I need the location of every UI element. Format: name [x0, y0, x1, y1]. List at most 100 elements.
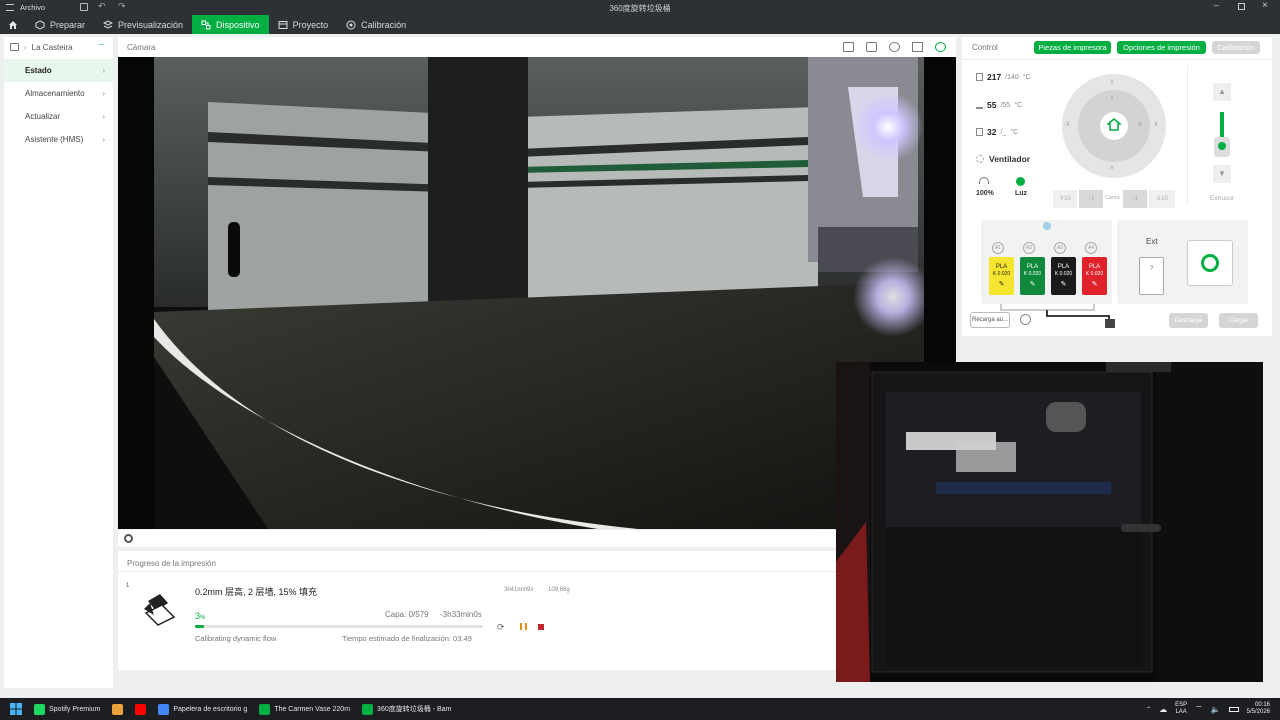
jog-y-plus[interactable]: Y: [1110, 80, 1114, 86]
cube-icon: [35, 19, 45, 30]
app-icon: [135, 703, 147, 715]
external-spool-unit: Ext ?: [1117, 220, 1248, 304]
edit-icon[interactable]: ✎: [1020, 281, 1045, 288]
fan-label: Ventilador: [989, 154, 1031, 164]
chevron-right-icon: ›: [24, 42, 27, 52]
unload-button[interactable]: Descarga: [1169, 313, 1208, 328]
z-down-1-button[interactable]: ↓1: [1123, 190, 1147, 208]
tab-label: Previsualización: [118, 19, 184, 30]
calibration-button[interactable]: Calibración: [1212, 41, 1260, 54]
settings-icon[interactable]: [935, 42, 946, 52]
sidebar-item-almacenamiento[interactable]: Almacenamiento ›: [4, 82, 113, 105]
edit-icon[interactable]: ✎: [1051, 281, 1076, 288]
edit-icon[interactable]: ✎: [1082, 281, 1107, 288]
light-icon[interactable]: [1016, 177, 1025, 186]
jog-y-plus-small[interactable]: Y: [1110, 96, 1114, 102]
language-indicator[interactable]: ESP LAA: [1175, 702, 1187, 716]
tab-calibracion[interactable]: Calibración: [337, 15, 415, 34]
jog-x-plus-small[interactable]: X: [1138, 122, 1142, 128]
unit: °C: [1022, 73, 1031, 81]
ams-settings-icon[interactable]: [1020, 314, 1031, 325]
layers-icon: [103, 19, 114, 29]
video-record-icon[interactable]: [866, 42, 877, 52]
pause-button[interactable]: [520, 623, 527, 630]
jog-pad[interactable]: Y Y X X -Y -X: [1062, 74, 1166, 178]
jog-x-plus[interactable]: X: [1154, 122, 1158, 128]
cloud-icon[interactable]: ☁: [1159, 705, 1167, 714]
stop-button[interactable]: [538, 624, 544, 630]
sidebar: › La Casteira ⌔ Estado › Almacenamiento › …: [4, 37, 113, 688]
chamber-temp[interactable]: 32/_ °C: [976, 127, 1018, 137]
extruder-icon: [1214, 137, 1230, 157]
ext-spool-slot[interactable]: ?: [1139, 257, 1164, 295]
tab-proyecto[interactable]: Proyecto: [269, 15, 338, 34]
edit-icon[interactable]: ✎: [989, 281, 1014, 288]
jog-y-minus[interactable]: -Y: [1108, 166, 1114, 172]
clock[interactable]: 00:16 5/5/2026: [1247, 702, 1270, 716]
tab-previsualizacion[interactable]: Previsualización: [94, 15, 192, 34]
ams-spool-a1[interactable]: PLA K 0.020 ✎: [989, 257, 1014, 295]
record-button[interactable]: [124, 534, 133, 543]
z-step: 1: [1090, 196, 1095, 202]
home-button[interactable]: [0, 15, 26, 34]
title-bar: Archivo ↶ ↷ 360度旋转垃圾桶 – ×: [0, 0, 1280, 15]
close-icon[interactable]: ×: [1262, 0, 1268, 11]
control-title: Control: [972, 43, 998, 52]
taskbar-app[interactable]: The Carmen Vase 220m: [253, 698, 356, 720]
sidebar-item-actualizar[interactable]: Actualizar ›: [4, 105, 113, 128]
taskbar-app[interactable]: 360度旋转垃圾桶 - Bam: [356, 698, 457, 720]
battery-icon[interactable]: [1228, 706, 1239, 712]
camera-icon[interactable]: [912, 42, 923, 52]
bed-temp[interactable]: 55/55 °C: [976, 100, 1022, 110]
main-tabs: Preparar Previsualización Dispositivo Pr…: [0, 15, 1280, 34]
nozzle-temp[interactable]: 217/140 °C: [976, 72, 1031, 82]
lang: ESP: [1175, 702, 1188, 708]
sidebar-item-hms[interactable]: Asistente (HMS) ›: [4, 128, 113, 151]
ams-slot-indicator: A2: [1023, 242, 1035, 254]
target-icon: [346, 20, 356, 29]
taskbar-app[interactable]: Papelera de escritorio g: [152, 698, 253, 720]
start-button[interactable]: [0, 698, 28, 720]
external-camera-window[interactable]: [836, 362, 1263, 682]
print-options-button[interactable]: Opciones de impresión: [1117, 41, 1206, 54]
auto-refill-button[interactable]: Recarga au...: [970, 312, 1010, 328]
fan-control[interactable]: Ventilador: [976, 154, 1030, 164]
wifi-icon[interactable]: ⌔: [1195, 704, 1203, 714]
z-down-10-button[interactable]: ⇓10: [1149, 190, 1175, 208]
extruder-track: [1220, 112, 1224, 137]
extrude-up-button[interactable]: ▲: [1213, 83, 1231, 101]
camera-header: Cámara: [118, 37, 956, 57]
ams-spool-a3[interactable]: PLA K 0.020 ✎: [1051, 257, 1076, 295]
jog-x-minus[interactable]: -X: [1064, 122, 1070, 128]
sidebar-item-estado[interactable]: Estado ›: [4, 59, 113, 82]
chevron-up-icon[interactable]: ⌃: [1146, 706, 1151, 713]
minimize-icon[interactable]: –: [1214, 0, 1219, 10]
taskbar-app[interactable]: [106, 698, 129, 720]
tab-preparar[interactable]: Preparar: [26, 15, 94, 34]
chevron-right-icon: ›: [102, 89, 105, 98]
maximize-icon[interactable]: [1238, 3, 1245, 10]
volume-icon[interactable]: 🔈: [1211, 705, 1221, 714]
ams-spool-a4[interactable]: PLA K 0.020 ✎: [1082, 257, 1107, 295]
sd-card-icon[interactable]: [843, 42, 854, 52]
webcam-icon[interactable]: [889, 42, 900, 52]
chamber-current: 32: [987, 127, 997, 137]
refresh-icon[interactable]: ⟳: [497, 622, 505, 633]
printer-icon: [10, 43, 19, 51]
z-up-10-button[interactable]: ⇑10: [1053, 190, 1077, 208]
printer-parts-button[interactable]: Piezas de impresora: [1034, 41, 1111, 54]
ams-spool-a2[interactable]: PLA K 0.020 ✎: [1020, 257, 1045, 295]
tab-label: Calibración: [361, 19, 407, 30]
tab-dispositivo[interactable]: Dispositivo: [192, 15, 269, 34]
speed-value: 100%: [976, 190, 994, 197]
z-up-1-button[interactable]: ↑1: [1079, 190, 1103, 208]
speed-icon[interactable]: [979, 177, 989, 184]
load-button[interactable]: Cargar: [1219, 313, 1258, 328]
layer-count: Capa: 0/579: [385, 610, 429, 619]
taskbar-app[interactable]: Spotify Premium: [28, 698, 106, 720]
extrude-down-button[interactable]: ▼: [1213, 165, 1231, 183]
date: 5/5/2026: [1246, 709, 1270, 715]
printer-selector[interactable]: › La Casteira ⌔: [4, 37, 113, 57]
app-icon: [112, 703, 124, 715]
taskbar-app[interactable]: [129, 698, 152, 720]
